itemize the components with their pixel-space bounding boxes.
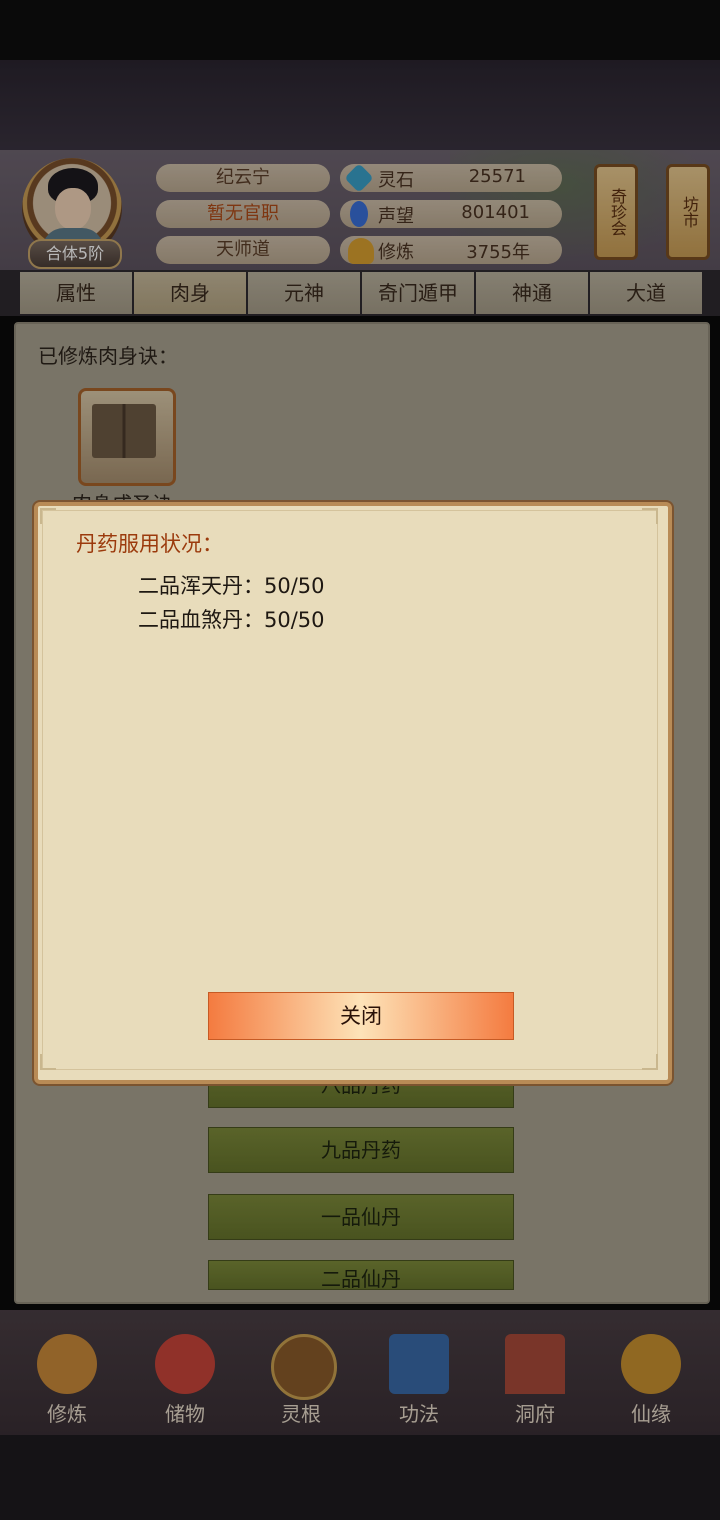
corner-ornament (642, 508, 658, 524)
pill-status-row: 二品血煞丹：50/50 (138, 608, 325, 632)
corner-ornament (40, 508, 56, 524)
dialog-title: 丹药服用状况： (76, 532, 223, 556)
pill-status-row: 二品浑天丹：50/50 (138, 574, 325, 598)
game-screen: 合体5阶 纪云宁 暂无官职 天师道 灵石 25571 声望 801401 修炼 … (0, 0, 720, 1520)
status-bar (0, 0, 720, 60)
dialog-inner-frame (42, 510, 658, 1070)
close-button[interactable]: 关闭 (208, 992, 514, 1040)
corner-ornament (642, 1054, 658, 1070)
corner-ornament (40, 1054, 56, 1070)
